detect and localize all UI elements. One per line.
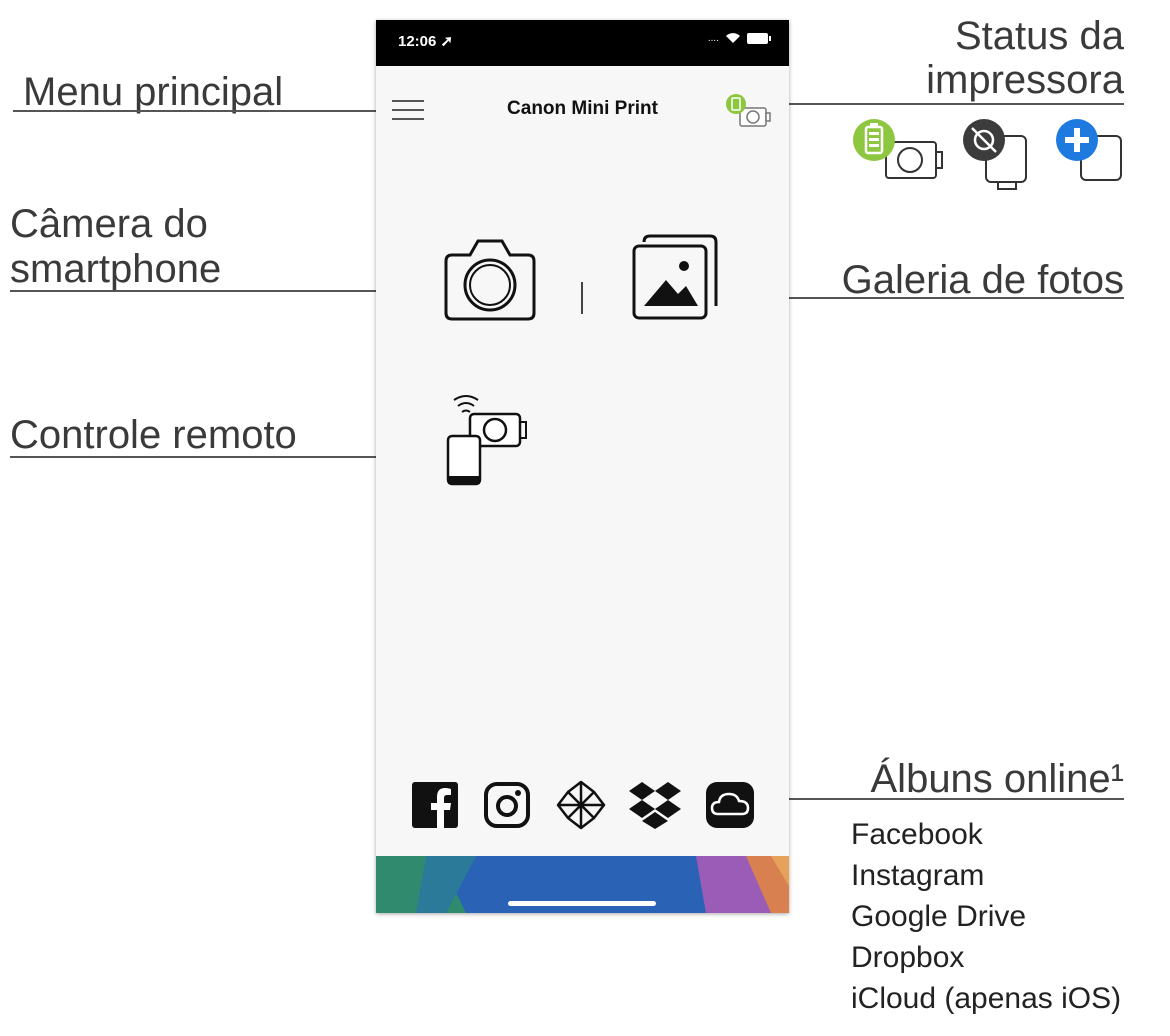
camera-label-line2: smartphone: [10, 247, 222, 291]
camera-icon[interactable]: [440, 235, 540, 323]
album-dropbox-text: Dropbox: [851, 941, 965, 974]
status-label-line2: impressora: [926, 58, 1124, 102]
menu-rule: [13, 110, 388, 112]
signal-dots: ....: [707, 32, 719, 44]
albums-list: Facebook Instagram Google Drive Dropbox …: [851, 814, 1121, 1019]
battery-camera-icon: [853, 119, 943, 179]
dropbox-icon[interactable]: [626, 780, 684, 830]
google-drive-icon[interactable]: [554, 778, 608, 832]
icloud-icon[interactable]: [704, 780, 756, 830]
menu-label: Menu principal: [23, 70, 284, 114]
printer-status-icon[interactable]: [726, 94, 776, 130]
album-facebook-text: Facebook: [851, 818, 983, 851]
remote-label: Controle remoto: [10, 413, 297, 457]
facebook-icon[interactable]: [410, 780, 460, 830]
remote-control-icon[interactable]: [444, 386, 538, 486]
location-arrow-icon: ➚: [440, 33, 454, 50]
disconnected-printer-icon: [963, 119, 1027, 190]
battery-icon: [747, 32, 771, 44]
album-icloud-text: iCloud (apenas iOS): [851, 982, 1122, 1015]
status-bar: 12:06 ➚ ....: [376, 20, 789, 66]
camera-label-line1: Câmera do: [10, 202, 208, 246]
albums-label: Álbuns online¹: [870, 757, 1125, 801]
add-printer-icon: [1056, 119, 1122, 181]
albums-rule: [768, 798, 1124, 800]
status-rule: [760, 103, 1124, 105]
status-label-line1: Status da: [954, 14, 1124, 58]
phone-screen: 12:06 ➚ .... Canon Mini Print: [376, 20, 789, 913]
instagram-icon[interactable]: [482, 780, 532, 830]
gallery-icon[interactable]: [632, 234, 722, 322]
action-divider: [581, 282, 583, 314]
album-google-drive-text: Google Drive: [851, 900, 1027, 933]
home-indicator[interactable]: [508, 901, 656, 906]
wifi-icon: [726, 33, 740, 43]
status-time: 12:06 ➚: [398, 33, 454, 50]
status-bar-indicators: ....: [708, 32, 771, 44]
album-instagram-text: Instagram: [851, 859, 985, 892]
gallery-label: Galeria de fotos: [841, 258, 1124, 302]
